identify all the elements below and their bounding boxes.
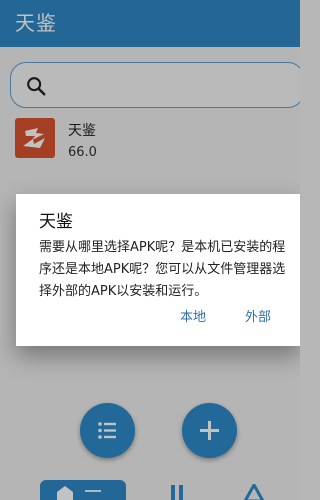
dialog-title: 天鉴 bbox=[39, 212, 73, 232]
local-button[interactable]: 本地 bbox=[180, 306, 206, 325]
external-button[interactable]: 外部 bbox=[245, 306, 271, 325]
apk-source-dialog: 天鉴 需要从哪里选择APK呢？是本机已安装的程序还是本地APK呢？您可以从文件管… bbox=[16, 194, 300, 346]
dialog-message: 需要从哪里选择APK呢？是本机已安装的程序还是本地APK呢？您可以从文件管理器选… bbox=[39, 240, 286, 299]
app-screen: 天鉴 天鉴 66.0 天鉴 需要从哪里选择APK呢？是本机已安装的程序还是本地A… bbox=[0, 0, 300, 500]
